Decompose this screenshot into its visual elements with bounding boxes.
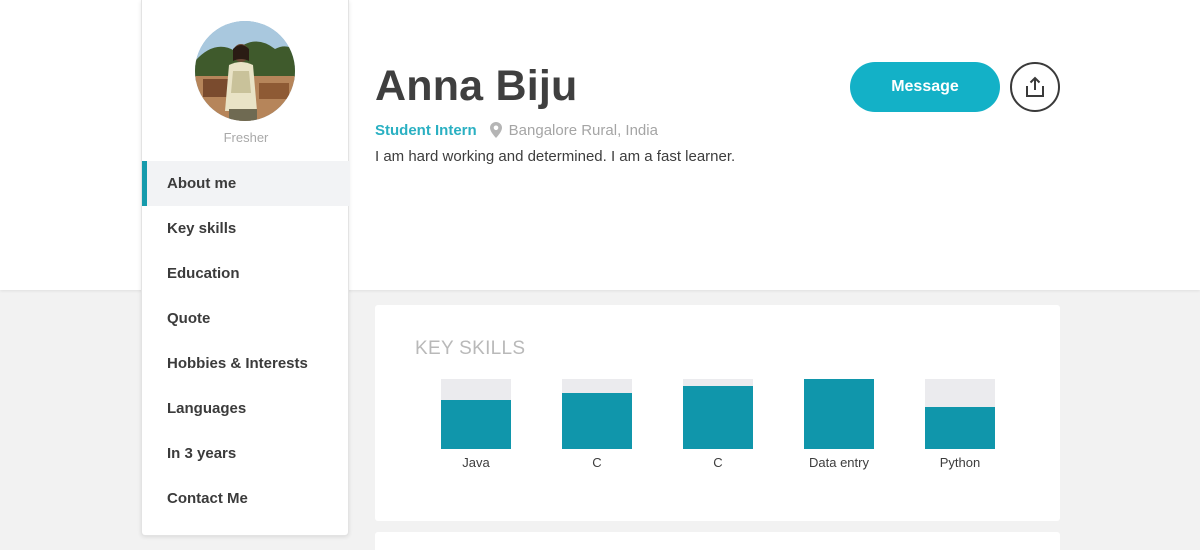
avatar	[195, 21, 295, 121]
skill-bar-track	[441, 379, 511, 449]
sidebar-item-key-skills[interactable]: Key skills	[142, 206, 350, 251]
skill-bars: Java C C Data entry Python	[375, 305, 1060, 521]
profile-sidebar: Fresher About me Key skills Education Qu…	[141, 0, 350, 536]
skill-bar-track	[562, 379, 632, 449]
skill-bar-fill	[683, 386, 753, 449]
skill-bar-track	[683, 379, 753, 449]
sidebar-item-quote[interactable]: Quote	[142, 296, 350, 341]
sidebar-nav: About me Key skills Education Quote Hobb…	[142, 161, 350, 521]
skill-bar-track	[804, 379, 874, 449]
skill-label: Data entry	[809, 455, 869, 470]
sidebar-item-about-me[interactable]: About me	[142, 161, 350, 206]
profile-bio: I am hard working and determined. I am a…	[375, 148, 736, 165]
skill-label: Python	[939, 455, 981, 470]
sidebar-item-in-3-years[interactable]: In 3 years	[142, 431, 350, 476]
share-button[interactable]	[1010, 62, 1060, 112]
profile-role: Student Intern	[375, 121, 477, 139]
key-skills-card: KEY SKILLS Java C C Data entry Python	[375, 305, 1060, 521]
profile-name: Anna Biju	[375, 62, 578, 110]
sidebar-item-education[interactable]: Education	[142, 251, 350, 296]
share-icon	[1026, 76, 1044, 97]
skill-bar-track	[925, 379, 995, 449]
profile-photo-icon	[195, 21, 295, 121]
skill-bar-fill	[925, 407, 995, 449]
sidebar-item-languages[interactable]: Languages	[142, 386, 350, 431]
skill-bar-fill	[804, 379, 874, 449]
skill-label: C	[713, 455, 723, 470]
message-button[interactable]: Message	[850, 62, 1000, 112]
skill-bar-fill	[441, 400, 511, 449]
profile-status: Fresher	[223, 130, 269, 145]
skill-label: Java	[462, 455, 490, 470]
next-section-card	[375, 532, 1060, 550]
skill-bar-fill	[562, 393, 632, 449]
location-pin-icon	[489, 122, 502, 138]
profile-location: Bangalore Rural, India	[508, 121, 658, 139]
sidebar-item-contact-me[interactable]: Contact Me	[142, 476, 350, 521]
skill-label: C	[592, 455, 602, 470]
profile-subline: Student Intern Bangalore Rural, India	[375, 121, 658, 139]
sidebar-item-hobbies-interests[interactable]: Hobbies & Interests	[142, 341, 350, 386]
